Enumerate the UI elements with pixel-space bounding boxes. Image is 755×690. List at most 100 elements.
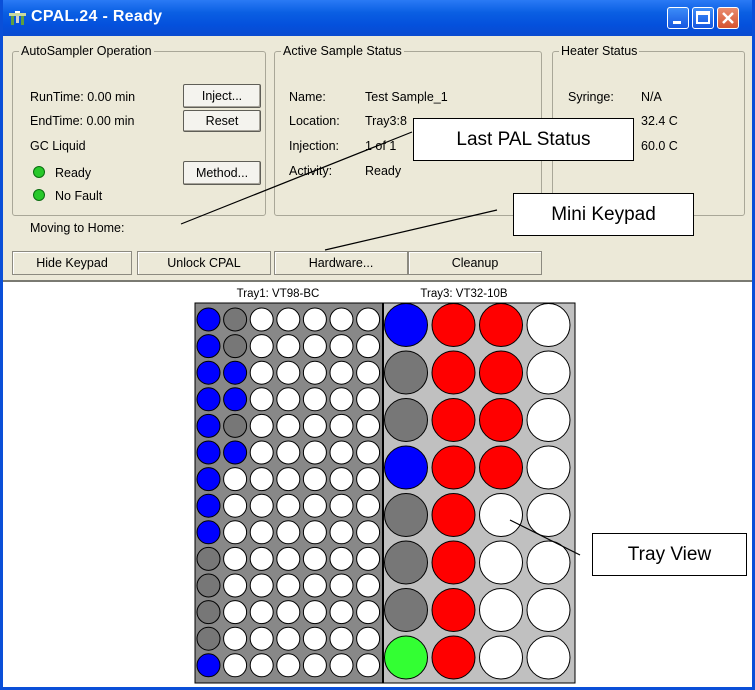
tray1-vial-white[interactable] bbox=[302, 307, 327, 332]
tray1-vial-white[interactable] bbox=[249, 546, 274, 571]
tray1-vial-white[interactable] bbox=[302, 573, 327, 598]
tray1-vial-blue[interactable] bbox=[196, 387, 221, 412]
tray1-vial-white[interactable] bbox=[249, 520, 274, 545]
tray1-vial-white[interactable] bbox=[276, 307, 301, 332]
tray3-vial-blue[interactable] bbox=[384, 445, 428, 490]
tray3-vial-white[interactable] bbox=[526, 540, 571, 585]
tray3-vial-gray[interactable] bbox=[384, 540, 428, 585]
tray1-vial-white[interactable] bbox=[329, 387, 354, 412]
tray1-vial-white[interactable] bbox=[356, 626, 381, 651]
tray3-vial-white[interactable] bbox=[526, 493, 571, 537]
tray1-vial-white[interactable] bbox=[356, 520, 381, 545]
tray1-vial-white[interactable] bbox=[276, 546, 301, 571]
tray3-vial-white[interactable] bbox=[479, 588, 523, 632]
tray1-vial-white[interactable] bbox=[223, 600, 248, 625]
tray1-vial-white[interactable] bbox=[302, 387, 327, 412]
tray1-vial-white[interactable] bbox=[329, 546, 354, 571]
tray1-vial-white[interactable] bbox=[249, 387, 274, 412]
tray3-vial-red[interactable] bbox=[431, 540, 476, 585]
tray1-vial-white[interactable] bbox=[356, 467, 381, 492]
tray1-vial-white[interactable] bbox=[223, 626, 248, 651]
tray1-vial-white[interactable] bbox=[276, 626, 301, 651]
tray1-vial-white[interactable] bbox=[249, 600, 274, 625]
tray1-vial-white[interactable] bbox=[302, 360, 327, 385]
tray3-vial-red[interactable] bbox=[431, 588, 476, 632]
tray1-vial-white[interactable] bbox=[302, 626, 327, 651]
tray1-vial-blue[interactable] bbox=[196, 493, 221, 518]
tray1-vial-white[interactable] bbox=[356, 360, 381, 385]
tray3-vial-red[interactable] bbox=[431, 445, 476, 490]
tray1-vial-white[interactable] bbox=[329, 467, 354, 492]
tray1-vial-white[interactable] bbox=[276, 653, 301, 678]
tray1-vial-white[interactable] bbox=[223, 546, 248, 571]
tray3-vial-white[interactable] bbox=[526, 445, 571, 490]
tray1-vial-white[interactable] bbox=[249, 334, 274, 359]
tray1-vial-white[interactable] bbox=[276, 360, 301, 385]
tray1-vial-blue[interactable] bbox=[223, 387, 248, 412]
tray1-vial-white[interactable] bbox=[223, 520, 248, 545]
tray1-vial-white[interactable] bbox=[356, 307, 381, 332]
tray1-vial-white[interactable] bbox=[249, 653, 274, 678]
tray1-vial-blue[interactable] bbox=[196, 360, 221, 385]
tray1-vial-white[interactable] bbox=[276, 334, 301, 359]
tray3-vial-gray[interactable] bbox=[384, 493, 428, 537]
tray1-vial-white[interactable] bbox=[356, 440, 381, 465]
tray1-vial-white[interactable] bbox=[276, 493, 301, 518]
tray3-vial-red[interactable] bbox=[431, 493, 476, 537]
tray3-vial-white[interactable] bbox=[479, 493, 523, 537]
tray3-vial-red[interactable] bbox=[479, 303, 523, 347]
tray3-vial-white[interactable] bbox=[479, 540, 523, 585]
tray1-vial-white[interactable] bbox=[356, 600, 381, 625]
tray1-vial-white[interactable] bbox=[329, 440, 354, 465]
tray1-vial-white[interactable] bbox=[356, 334, 381, 359]
tray3-vial-white[interactable] bbox=[526, 303, 571, 347]
tray3-vial-white[interactable] bbox=[526, 350, 571, 395]
tray1-vial-white[interactable] bbox=[249, 573, 274, 598]
tray1-vial-gray[interactable] bbox=[223, 413, 248, 438]
tray3-vial-red[interactable] bbox=[431, 398, 476, 442]
tray1-vial-gray[interactable] bbox=[196, 600, 221, 625]
tray1-vial-white[interactable] bbox=[276, 520, 301, 545]
tray1-vial-white[interactable] bbox=[356, 387, 381, 412]
tray1-vial-blue[interactable] bbox=[196, 307, 221, 332]
tray1-vial-blue[interactable] bbox=[223, 360, 248, 385]
tray1-vial-white[interactable] bbox=[329, 360, 354, 385]
tray1-vial-white[interactable] bbox=[249, 360, 274, 385]
tray3-vial-gray[interactable] bbox=[384, 588, 428, 632]
tray1-vial-white[interactable] bbox=[302, 520, 327, 545]
tray1-vial-white[interactable] bbox=[356, 546, 381, 571]
tray1-vial-white[interactable] bbox=[276, 600, 301, 625]
tray1-vial-white[interactable] bbox=[276, 467, 301, 492]
tray1-vial-white[interactable] bbox=[276, 387, 301, 412]
tray1-vial-white[interactable] bbox=[249, 626, 274, 651]
tray1-vial-gray[interactable] bbox=[196, 573, 221, 598]
tray3-vial-red[interactable] bbox=[479, 350, 523, 395]
tray1-vial-blue[interactable] bbox=[196, 467, 221, 492]
tray3-vial-green[interactable] bbox=[384, 635, 428, 680]
tray1-vial-blue[interactable] bbox=[196, 413, 221, 438]
tray1-vial-white[interactable] bbox=[223, 653, 248, 678]
tray1-vial-gray[interactable] bbox=[196, 626, 221, 651]
tray1-vial-white[interactable] bbox=[329, 520, 354, 545]
tray3-vial-white[interactable] bbox=[479, 635, 523, 680]
tray1-vial-white[interactable] bbox=[302, 413, 327, 438]
tray1-vial-white[interactable] bbox=[329, 413, 354, 438]
tray1-vial-white[interactable] bbox=[302, 467, 327, 492]
tray3-vial-gray[interactable] bbox=[384, 350, 428, 395]
tray1-vial-white[interactable] bbox=[276, 573, 301, 598]
tray1-vial-gray[interactable] bbox=[196, 546, 221, 571]
tray1-vial-blue[interactable] bbox=[196, 653, 221, 678]
tray3-vial-white[interactable] bbox=[526, 635, 571, 680]
tray1-vial-blue[interactable] bbox=[196, 334, 221, 359]
tray1-vial-gray[interactable] bbox=[223, 307, 248, 332]
tray1-vial-white[interactable] bbox=[302, 493, 327, 518]
tray1-vial-white[interactable] bbox=[223, 467, 248, 492]
tray3-vial-gray[interactable] bbox=[384, 398, 428, 442]
tray3-vial-red[interactable] bbox=[431, 303, 476, 347]
tray1-vial-white[interactable] bbox=[302, 546, 327, 571]
tray1-vial-white[interactable] bbox=[329, 600, 354, 625]
tray1-vial-white[interactable] bbox=[302, 600, 327, 625]
tray1-vial-white[interactable] bbox=[249, 493, 274, 518]
tray1-vial-white[interactable] bbox=[302, 440, 327, 465]
tray3-vial-red[interactable] bbox=[431, 350, 476, 395]
